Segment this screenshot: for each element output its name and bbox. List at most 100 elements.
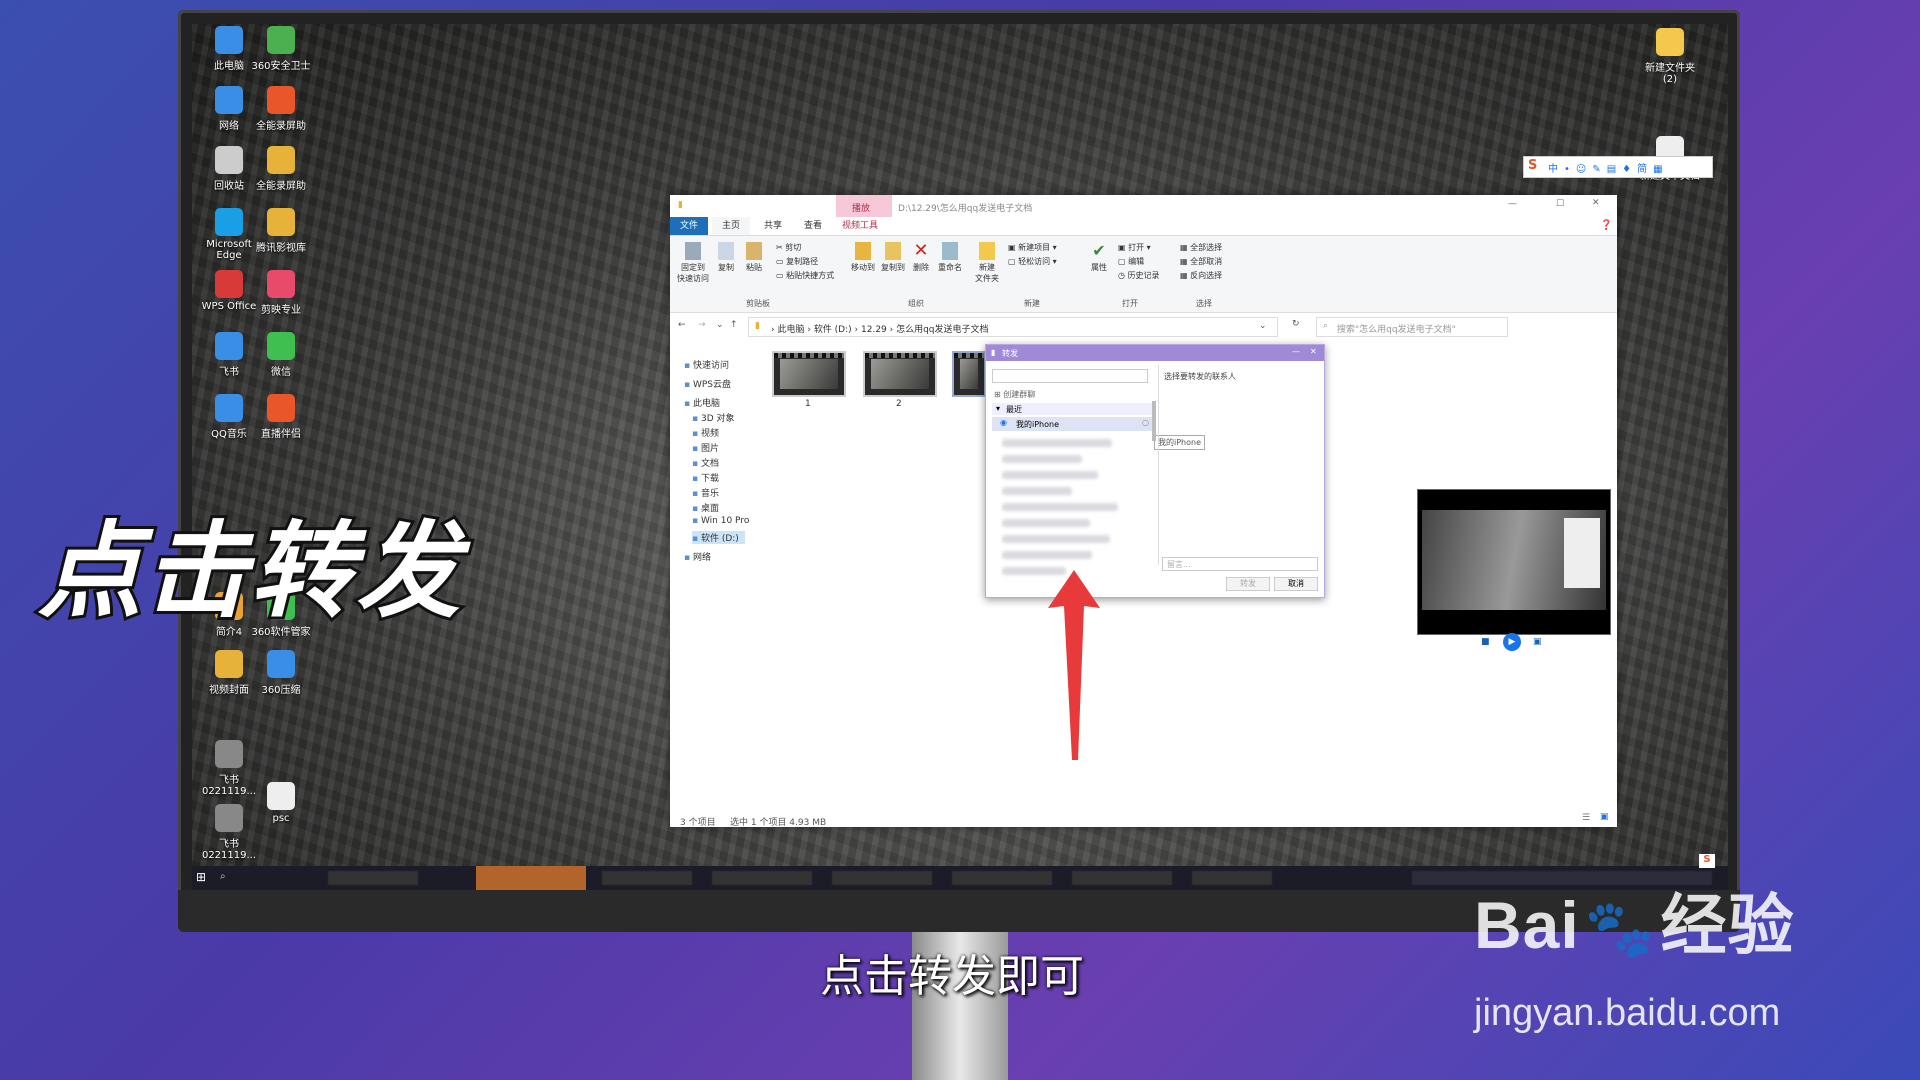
tab-home[interactable]: 主页: [712, 217, 751, 235]
nav-item[interactable]: ▪ 快速访问: [684, 358, 729, 371]
taskbar-app[interactable]: [328, 871, 418, 885]
desktop-icon[interactable]: 全能录屏助: [250, 146, 312, 192]
minimize-icon[interactable]: —: [1292, 347, 1300, 356]
tab-video-tools[interactable]: 视频工具: [832, 217, 888, 235]
scrollbar[interactable]: [1152, 401, 1156, 441]
add-icon[interactable]: ○: [1142, 418, 1149, 427]
nav-item[interactable]: ▪ 软件 (D:): [692, 531, 745, 544]
desktop-icon[interactable]: 直播伴侣: [250, 394, 312, 440]
nav-item[interactable]: ▪ 图片: [692, 441, 719, 454]
taskbar-app[interactable]: [832, 871, 932, 885]
invert-selection-button[interactable]: ▦ 反向选择: [1180, 270, 1222, 281]
pin-quick-access-button[interactable]: 固定到 快速访问: [676, 242, 710, 284]
context-tab-play[interactable]: 播放: [852, 201, 870, 214]
breadcrumb-item[interactable]: 12.29: [861, 325, 887, 335]
back-icon[interactable]: ←: [678, 320, 686, 330]
taskbar-app[interactable]: [1072, 871, 1172, 885]
help-icon[interactable]: ❓: [1600, 220, 1612, 231]
nav-item[interactable]: ▪ 网络: [684, 550, 711, 563]
contact-item-my-iphone[interactable]: ◉ 我的iPhone ○: [992, 417, 1152, 431]
fullscreen-icon[interactable]: ▣: [1533, 637, 1542, 647]
chevron-down-icon[interactable]: ⌄: [1259, 321, 1267, 331]
desktop-icon[interactable]: 腾讯影视库: [250, 208, 312, 254]
message-input[interactable]: 留言...: [1162, 557, 1318, 571]
forward-button[interactable]: 转发: [1226, 577, 1270, 591]
paste-button[interactable]: 粘贴: [742, 242, 766, 273]
nav-item[interactable]: ▪ 3D 对象: [692, 411, 735, 424]
copy-button[interactable]: 复制: [714, 242, 738, 273]
taskbar-app[interactable]: [712, 871, 812, 885]
search-input[interactable]: ⌕ 搜索"怎么用qq发送电子文档": [1316, 317, 1508, 337]
desktop-icon[interactable]: psc: [250, 782, 312, 824]
cancel-button[interactable]: 取消: [1274, 577, 1318, 591]
new-item-button[interactable]: ▣ 新建项目 ▾: [1008, 242, 1057, 253]
forward-icon[interactable]: →: [698, 320, 706, 330]
windows-start-icon[interactable]: ⊞: [196, 870, 206, 884]
nav-item[interactable]: ▪ Win 10 Pro: [692, 516, 749, 526]
desktop-icon[interactable]: 剪映专业: [250, 270, 312, 316]
contact-search-input[interactable]: [992, 369, 1148, 383]
desktop-icon[interactable]: 全能录屏助: [250, 86, 312, 132]
move-to-button[interactable]: 移动到: [850, 242, 876, 273]
tab-share[interactable]: 共享: [754, 217, 792, 235]
sogou-tray-icon[interactable]: S: [1699, 854, 1715, 868]
breadcrumb-item[interactable]: 怎么用qq发送电子文档: [896, 325, 988, 335]
nav-item[interactable]: ▪ 桌面: [692, 501, 719, 514]
create-group-button[interactable]: ⊞ 创建群聊: [994, 389, 1035, 400]
copy-to-button[interactable]: 复制到: [880, 242, 906, 273]
history-button[interactable]: ◷ 历史记录: [1118, 270, 1160, 281]
taskbar-app[interactable]: [952, 871, 1052, 885]
nav-item[interactable]: ▪ 下载: [692, 471, 719, 484]
details-view-icon[interactable]: ☰: [1582, 813, 1590, 823]
cut-button[interactable]: ✂ 剪切: [776, 242, 801, 253]
taskbar-app[interactable]: [1192, 871, 1272, 885]
taskbar-active-app[interactable]: [476, 866, 586, 890]
label: 全部选择: [1190, 243, 1223, 252]
large-icons-view-icon[interactable]: ▣: [1600, 812, 1609, 822]
maximize-icon[interactable]: ☐: [1556, 199, 1564, 209]
ime-toolbar[interactable]: S 中•☺✎▤♦简▦: [1523, 156, 1713, 178]
recent-icon[interactable]: ⌄: [716, 320, 724, 330]
open-button[interactable]: ▣ 打开 ▾: [1118, 242, 1151, 253]
select-none-button[interactable]: ▦ 全部取消: [1180, 256, 1222, 267]
rename-button[interactable]: 重命名: [936, 242, 964, 273]
copy-path-button[interactable]: ▭ 复制路径: [776, 256, 818, 267]
desktop-icon-new-folder[interactable]: 新建文件夹 (2): [1639, 28, 1701, 85]
nav-item[interactable]: ▪ WPS云盘: [684, 377, 731, 390]
desktop-icon[interactable]: 微信: [250, 332, 312, 378]
search-icon[interactable]: ⌕: [220, 871, 226, 882]
breadcrumb-item[interactable]: 软件 (D:): [814, 325, 852, 335]
file-thumbnail-1[interactable]: [772, 351, 846, 397]
refresh-icon[interactable]: ↻: [1292, 319, 1300, 329]
taskbar-app[interactable]: [602, 871, 692, 885]
minimize-icon[interactable]: —: [1508, 199, 1517, 209]
close-icon[interactable]: ✕: [1310, 347, 1317, 356]
stop-icon[interactable]: ■: [1481, 637, 1490, 647]
nav-item-icon: ▪: [684, 380, 693, 390]
nav-item[interactable]: ▪ 视频: [692, 426, 719, 439]
label: 粘贴: [746, 263, 762, 272]
new-folder-button[interactable]: 新建 文件夹: [974, 242, 1000, 284]
nav-item[interactable]: ▪ 音乐: [692, 486, 719, 499]
select-all-button[interactable]: ▦ 全部选择: [1180, 242, 1222, 253]
file-thumbnail-2[interactable]: [863, 351, 937, 397]
nav-item[interactable]: ▪ 此电脑: [684, 396, 720, 409]
tab-file[interactable]: 文件: [670, 217, 709, 235]
tooltip: 我的iPhone: [1154, 435, 1206, 450]
properties-button[interactable]: ✔ 属性: [1088, 242, 1110, 273]
desktop-icon[interactable]: 360压缩: [250, 650, 312, 696]
recent-section[interactable]: ▾ 最近: [992, 403, 1152, 415]
address-bar[interactable]: ▮ › 此电脑 › 软件 (D:) › 12.29 › 怎么用qq发送电子文档 …: [748, 317, 1278, 337]
desktop-icon[interactable]: 360安全卫士: [250, 26, 312, 72]
play-icon[interactable]: ▶: [1503, 633, 1521, 651]
close-icon[interactable]: ✕: [1592, 198, 1600, 208]
file-thumbnail-3[interactable]: [952, 351, 986, 397]
edit-button[interactable]: ▢ 编辑: [1118, 256, 1144, 267]
easy-access-button[interactable]: ▢ 轻松访问 ▾: [1008, 256, 1057, 267]
up-icon[interactable]: ↑: [730, 320, 738, 330]
nav-item[interactable]: ▪ 文档: [692, 456, 719, 469]
paste-shortcut-button[interactable]: ▭ 粘贴快捷方式: [776, 270, 834, 281]
delete-button[interactable]: ✕ 删除: [910, 242, 932, 273]
tab-view[interactable]: 查看: [794, 217, 832, 235]
breadcrumb-item[interactable]: 此电脑: [777, 325, 804, 335]
